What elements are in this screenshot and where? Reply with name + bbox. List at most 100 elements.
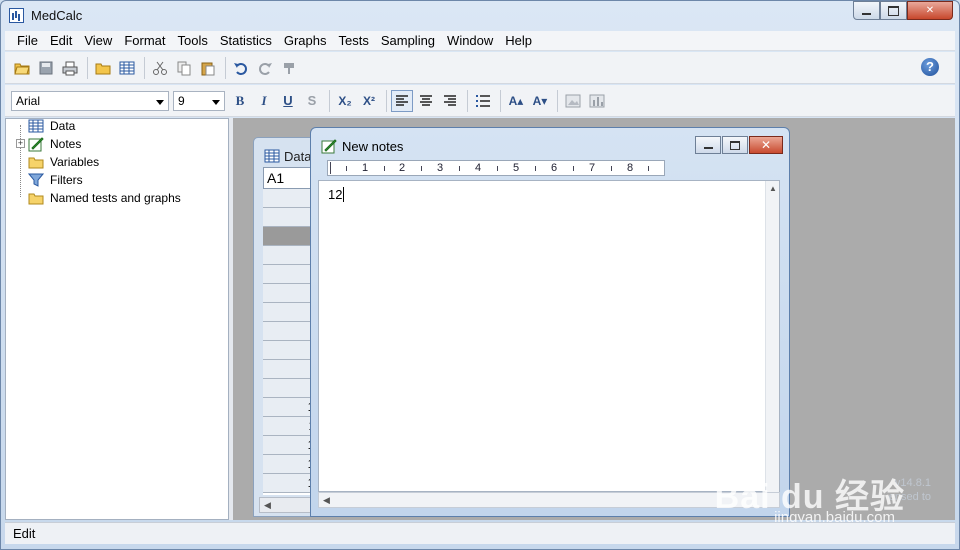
ruler[interactable]: 1 2 3 4 5 6 7 8 [327,160,665,176]
tree-item-named-tests[interactable]: Named tests and graphs [28,189,181,206]
strikethrough-button[interactable]: S [301,90,323,112]
scroll-up-icon[interactable]: ▲ [769,184,777,193]
filter-icon [28,173,44,187]
notes-close-button[interactable]: ✕ [749,136,783,154]
standard-toolbar: ? [5,52,955,84]
formatting-toolbar: Arial 9 B I U S X₂ X² A▴ A▾ [5,85,955,117]
ruler-tick [611,166,612,171]
bold-button[interactable]: B [229,90,251,112]
ruler-tick [497,166,498,171]
printer-icon [62,61,78,75]
superscript-button[interactable]: X² [358,90,380,112]
tree-item-label: Named tests and graphs [50,190,181,205]
spreadsheet-icon [28,119,44,132]
spreadsheet-button[interactable] [116,57,138,79]
menu-sampling[interactable]: Sampling [375,32,441,50]
print-button[interactable] [59,57,81,79]
menu-tests[interactable]: Tests [333,32,375,50]
ruler-tick [384,166,385,171]
ruler-label: 2 [399,162,406,174]
contents-tree: + Data Notes Variables Filters Named tes… [5,118,229,520]
spreadsheet-icon [119,61,135,74]
window-controls: ✕ [853,1,953,20]
tree-item-label: Data [50,118,76,133]
align-left-button[interactable] [391,89,413,112]
help-icon[interactable]: ? [921,58,939,76]
maximize-button[interactable] [880,1,907,20]
bullets-button[interactable] [472,90,494,112]
menu-window[interactable]: Window [441,32,499,50]
folder-icon [28,157,44,168]
insert-image-button[interactable] [562,90,584,112]
notes-window-titlebar: New notes [321,138,403,154]
toolbar-separator [467,89,468,112]
notes-text-editor[interactable]: 12 ▲ [318,180,780,493]
tree-expander[interactable]: + [16,139,25,148]
align-center-button[interactable] [415,90,437,112]
redo-button[interactable] [254,57,276,79]
font-family-select[interactable]: Arial [11,90,169,111]
align-center-icon [420,94,432,106]
open-button[interactable] [11,57,33,79]
menu-statistics[interactable]: Statistics [214,32,278,50]
italic-button[interactable]: I [253,90,275,112]
ruler-margin-marker [330,162,331,174]
toolbar-separator [386,89,387,112]
grow-font-button[interactable]: A▴ [505,90,527,112]
save-button[interactable] [35,57,57,79]
align-right-icon [444,94,456,106]
chart-icon [589,94,605,107]
tree-item-filters[interactable]: Filters [28,171,83,188]
cut-button[interactable] [149,57,171,79]
ruler-label: 3 [437,162,444,174]
ruler-label: 7 [589,162,596,174]
open-data-button[interactable] [92,57,114,79]
copy-button[interactable] [173,57,195,79]
tree-item-label: Filters [50,172,83,187]
undo-icon [234,62,247,75]
menu-format[interactable]: Format [118,32,171,50]
notes-window-title: New notes [342,138,404,154]
notes-icon [321,139,337,154]
ruler-tick [346,166,347,171]
align-right-button[interactable] [439,90,461,112]
format-painter-button[interactable] [278,57,300,79]
tree-item-notes[interactable]: Notes [28,135,81,152]
toolbar-separator [225,56,226,79]
scroll-left-icon[interactable]: ◀ [264,500,271,511]
tree-item-data[interactable]: Data [28,117,75,134]
toolbar-separator [557,89,558,112]
scroll-left-icon[interactable]: ◀ [323,495,330,506]
menu-edit[interactable]: Edit [44,32,78,50]
font-family-value: Arial [16,93,41,108]
data-window-title: Data [264,148,311,164]
paste-button[interactable] [197,57,219,79]
ruler-tick [459,166,460,171]
notes-window-controls: ✕ [694,136,783,154]
insert-chart-button[interactable] [586,90,608,112]
menu-file[interactable]: File [11,32,44,50]
notes-maximize-button[interactable] [722,136,748,154]
toolbar-separator [329,89,330,112]
font-size-select[interactable]: 9 [173,90,225,111]
ruler-label: 4 [475,162,482,174]
shrink-font-button[interactable]: A▾ [529,90,551,112]
close-button[interactable]: ✕ [907,1,953,20]
menu-tools[interactable]: Tools [171,32,213,50]
tree-item-variables[interactable]: Variables [28,153,99,170]
folder-icon [95,63,111,74]
toolbar-separator [500,89,501,112]
notes-icon [28,136,44,151]
subscript-button[interactable]: X₂ [334,90,356,112]
save-disk-icon [39,61,53,74]
underline-button[interactable]: U [277,90,299,112]
menu-help[interactable]: Help [499,32,538,50]
minimize-button[interactable] [853,1,880,20]
copy-icon [177,61,191,75]
ruler-label: 1 [362,162,369,174]
menu-view[interactable]: View [78,32,118,50]
redo-icon [259,62,272,75]
undo-button[interactable] [230,57,252,79]
notes-minimize-button[interactable] [695,136,721,154]
menu-graphs[interactable]: Graphs [278,32,333,50]
